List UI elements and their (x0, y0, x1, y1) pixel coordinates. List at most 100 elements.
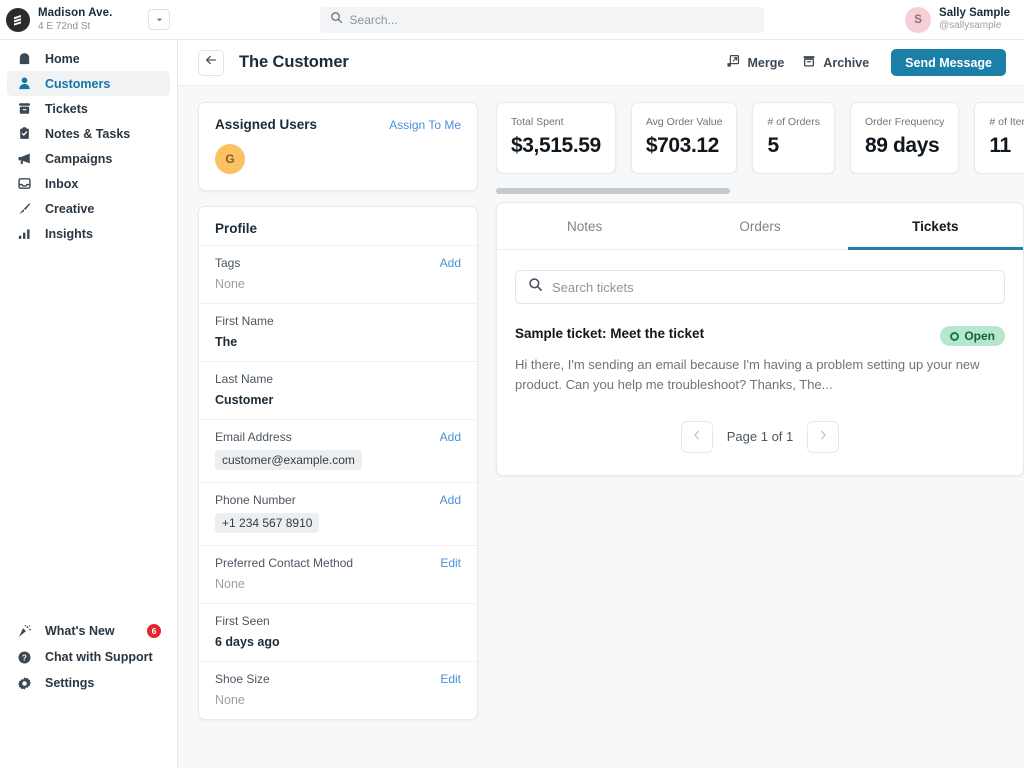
assigned-users-card: Assigned Users Assign To Me G (198, 102, 478, 191)
tab-orders[interactable]: Orders (672, 203, 847, 250)
status-label: Open (964, 329, 995, 343)
stat-value: 5 (767, 134, 779, 157)
logo-icon (6, 7, 30, 32)
profile-row-header: Preferred Contact Method Edit (215, 556, 461, 570)
profile-row-value: None (215, 693, 245, 707)
assign-to-me-link[interactable]: Assign To Me (389, 118, 461, 132)
profile-row-value: None (215, 277, 245, 291)
profile-row-phone: Phone Number Add +1 234 567 8910 (199, 482, 477, 545)
tab-bar: Notes Orders Tickets (497, 203, 1023, 250)
sidebar-item-label: Campaigns (45, 151, 113, 166)
app-root: Madison Ave. 4 E 72nd St S Sal (0, 0, 1024, 768)
sidebar-item-label: Inbox (45, 176, 79, 191)
sidebar-item-inbox[interactable]: Inbox (7, 171, 170, 196)
stat-card-avg-order-value: Avg Order Value $703.12 (630, 102, 738, 174)
sidebar-item-insights[interactable]: Insights (7, 221, 170, 246)
stat-label: Order Frequency (865, 116, 945, 128)
profile-row-value: None (215, 577, 245, 591)
sidebar-item-label: What's New (45, 624, 115, 638)
stat-label: Avg Order Value (645, 116, 723, 128)
stats-scrollbar-thumb[interactable] (496, 188, 730, 194)
profile-row-label: Phone Number (215, 493, 296, 507)
profile-row-value: 6 days ago (215, 635, 280, 649)
clipboard-check-icon (16, 126, 32, 141)
right-column: Total Spent $3,515.59 Avg Order Value $7… (496, 102, 1024, 768)
sidebar-item-home[interactable]: Home (7, 46, 170, 71)
global-search-wrap (178, 6, 905, 33)
profile-row-email: Email Address Add customer@example.com (199, 419, 477, 482)
status-badge: Open (940, 326, 1005, 346)
sparkles-icon (16, 624, 32, 639)
brand-address: 4 E 72nd St (38, 20, 91, 32)
profile-row-action[interactable]: Add (440, 430, 461, 444)
profile-row-action[interactable]: Edit (440, 672, 461, 686)
sidebar-item-settings[interactable]: Settings (7, 670, 170, 696)
sidebar-item-whats-new[interactable]: What's New 6 (7, 618, 170, 644)
stat-label: # of Orders (767, 116, 821, 128)
ticket-search-input[interactable] (552, 279, 992, 295)
merge-label: Merge (747, 55, 785, 70)
profile-row-value[interactable]: customer@example.com (215, 450, 362, 470)
chevron-down-icon[interactable] (148, 9, 170, 30)
profile-row-label: First Seen (215, 614, 270, 628)
sidebar-item-campaigns[interactable]: Campaigns (7, 146, 170, 171)
search-input[interactable] (349, 12, 754, 27)
left-column: Assigned Users Assign To Me G Profile Ta… (198, 102, 478, 768)
profile-row-label: Last Name (215, 372, 274, 386)
brand-text: Madison Ave. 4 E 72nd St (38, 7, 148, 32)
profile-card: Profile Tags Add None First Name The Las… (198, 206, 478, 720)
body: Home Customers Tickets Notes & Tasks Cam… (0, 40, 1024, 768)
stat-card-total-spent: Total Spent $3,515.59 (496, 102, 616, 174)
stat-value: 11 (989, 134, 1011, 157)
profile-row-action[interactable]: Edit (440, 556, 461, 570)
stat-value: $703.12 (645, 134, 720, 157)
ticket-header: Sample ticket: Meet the ticket Open (515, 326, 1005, 346)
profile-row-first-name: First Name The (199, 303, 477, 361)
sidebar-item-creative[interactable]: Creative (7, 196, 170, 221)
user-name: Sally Sample (939, 7, 1010, 20)
profile-row-label: First Name (215, 314, 274, 328)
profile-row-header: Email Address Add (215, 430, 461, 444)
ticket-list-item[interactable]: Sample ticket: Meet the ticket Open Hi t… (515, 326, 1005, 395)
profile-row-value[interactable]: +1 234 567 8910 (215, 513, 320, 533)
stat-card-num-orders: # of Orders 5 (752, 102, 836, 174)
global-search-box[interactable] (319, 6, 764, 33)
profile-row-tags: Tags Add None (199, 245, 477, 303)
gear-icon (16, 676, 32, 691)
profile-row-last-name: Last Name Customer (199, 361, 477, 419)
sidebar-item-tickets[interactable]: Tickets (7, 96, 170, 121)
next-page-button[interactable] (807, 420, 840, 453)
sidebar-item-customers[interactable]: Customers (7, 71, 170, 96)
merge-button[interactable]: Merge (726, 54, 784, 71)
user-menu[interactable]: S Sally Sample @sallysample (905, 6, 1024, 33)
profile-row-value: Customer (215, 393, 274, 407)
tab-notes[interactable]: Notes (497, 203, 672, 250)
inbox-icon (16, 176, 32, 191)
sidebar-item-label: Insights (45, 226, 93, 241)
sidebar-item-chat-support[interactable]: ? Chat with Support (7, 644, 170, 670)
profile-row-action[interactable]: Add (440, 256, 461, 270)
ticket-search-box[interactable] (515, 270, 1005, 304)
status-badge: 6 (147, 624, 161, 638)
sidebar: Home Customers Tickets Notes & Tasks Cam… (0, 40, 178, 768)
archive-icon (802, 54, 816, 71)
brand-selector[interactable]: Madison Ave. 4 E 72nd St (0, 0, 178, 39)
ticket-title: Sample ticket: Meet the ticket (515, 326, 705, 341)
sidebar-bottom: What's New 6 ? Chat with Support Setting… (0, 618, 177, 768)
page-title: The Customer (239, 53, 349, 71)
stats-scrollbar-track (496, 188, 1024, 194)
profile-row-action[interactable]: Add (440, 493, 461, 507)
archive-button[interactable]: Archive (802, 54, 869, 71)
assigned-user-avatar[interactable]: G (215, 144, 245, 174)
sidebar-item-notes-tasks[interactable]: Notes & Tasks (7, 121, 170, 146)
stat-label: Total Spent (511, 116, 564, 128)
sidebar-item-label: Settings (45, 676, 95, 690)
send-message-button[interactable]: Send Message (891, 49, 1006, 76)
profile-row-label: Email Address (215, 430, 292, 444)
back-button[interactable] (198, 49, 224, 76)
search-icon (330, 11, 343, 29)
prev-page-button[interactable] (680, 420, 713, 453)
pagination: Page 1 of 1 (515, 420, 1005, 453)
tab-tickets[interactable]: Tickets (847, 203, 1023, 250)
